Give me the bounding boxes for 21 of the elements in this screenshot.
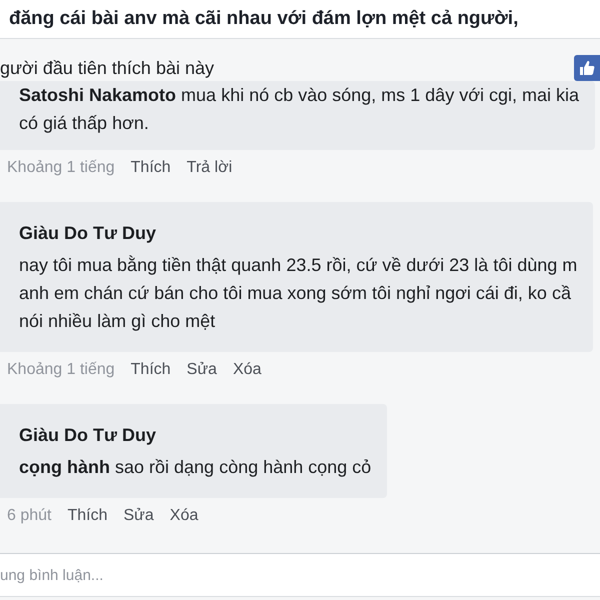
comment-action-link[interactable]: Xóa [232, 361, 262, 379]
comment-action-link[interactable]: Thích [130, 159, 171, 177]
comment-time: Khoảng 1 tiếng [7, 159, 115, 177]
thumbs-up-icon [579, 60, 595, 76]
comment-time: 6 phút [7, 507, 52, 525]
comment-text: Satoshi Nakamoto mua khi nó cb vào sóng, ms 1 dây với cgi, mai kia có giá thấp hơn. [19, 84, 580, 135]
comment-action-link[interactable]: Thích [130, 361, 171, 379]
comment-action-link[interactable]: Sửa [186, 361, 217, 379]
comment-author[interactable]: Giàu Do Tư Duy [19, 219, 578, 247]
comment-action-link[interactable]: Trả lời [186, 159, 232, 177]
post-title: đăng cái bài anv mà cãi nhau với đám lợn mệt cả người, [9, 8, 518, 30]
comment-author[interactable]: Giàu Do Tư Duy [19, 421, 372, 449]
comment-time: Khoảng 1 tiếng [7, 361, 115, 379]
like-summary-text: gười đầu tiên thích bài này [0, 58, 214, 78]
comment-action-link[interactable]: Thích [67, 507, 108, 525]
comment-action-link[interactable]: Xóa [170, 507, 198, 525]
comment-text: nay tôi mua bằng tiền thật quanh 23.5 rồi, cứ về dưới 23 là tôi dùng m anh em chán cứ bán cho tôi mua xong sớm tôi nghỉ ngơi cái đi, ko cầ nói nhiều làm gì cho mệt [19, 254, 578, 333]
like-button[interactable] [574, 55, 600, 81]
comment-text: cọng hành sao rồi dạng còng hành cọng cỏ [19, 456, 372, 479]
comment-action-link[interactable]: Sửa [124, 507, 154, 525]
comment-input[interactable]: ung bình luận... [0, 553, 600, 597]
